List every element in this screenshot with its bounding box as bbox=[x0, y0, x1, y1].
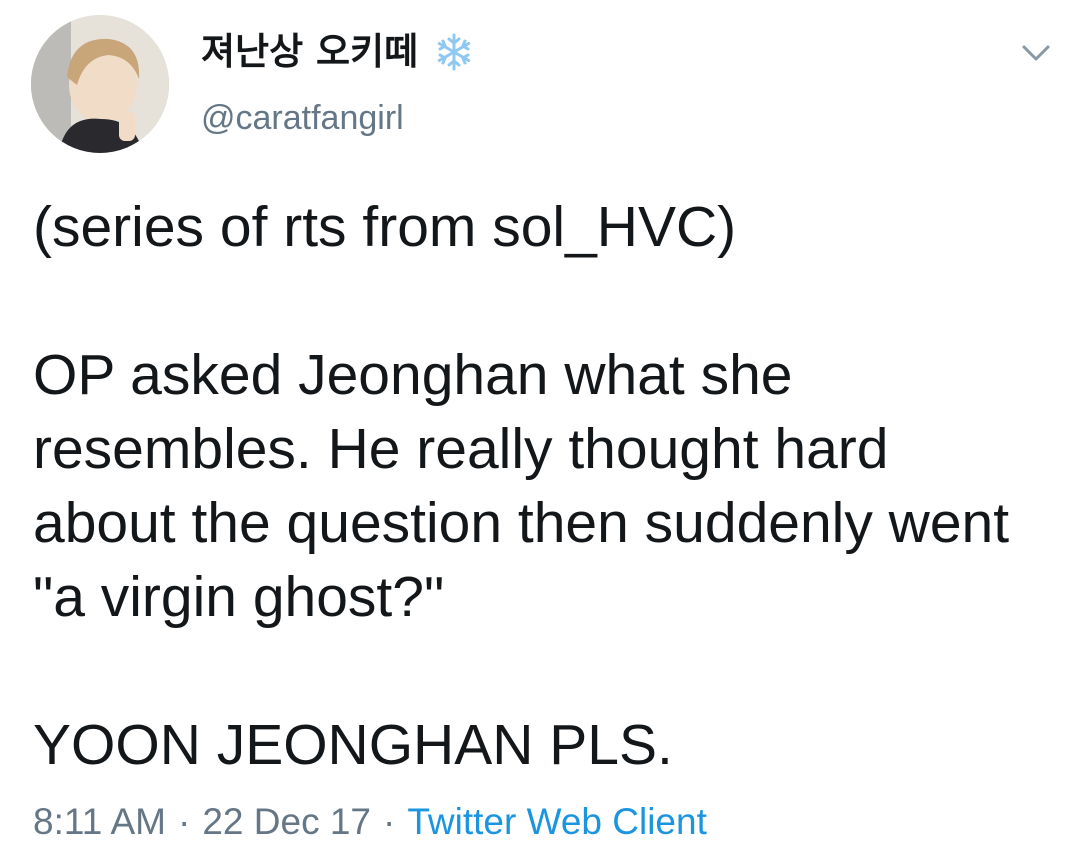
meta-separator: · bbox=[178, 801, 191, 842]
tweet: 져난상 오키떼 @caratfangirl (series of rts fro… bbox=[0, 0, 1080, 864]
display-name[interactable]: 져난상 오키떼 bbox=[201, 28, 474, 76]
tweet-meta: 8:11 AM · 22 Dec 17 · Twitter Web Client bbox=[33, 796, 707, 848]
tweet-paragraph: (series of rts from sol_HVC) bbox=[33, 195, 737, 259]
avatar-image bbox=[31, 15, 169, 153]
tweet-time[interactable]: 8:11 AM bbox=[33, 801, 166, 842]
tweet-client-link[interactable]: Twitter Web Client bbox=[407, 801, 707, 842]
chevron-down-icon[interactable] bbox=[1018, 38, 1054, 68]
tweet-date[interactable]: 22 Dec 17 bbox=[202, 801, 371, 842]
display-name-text: 져난상 오키떼 bbox=[201, 30, 419, 73]
tweet-text: (series of rts from sol_HVC) OP asked Je… bbox=[33, 190, 1043, 782]
meta-separator: · bbox=[383, 801, 396, 842]
tweet-paragraph: YOON JEONGHAN PLS. bbox=[33, 713, 673, 777]
avatar[interactable] bbox=[31, 15, 169, 153]
tweet-paragraph: OP asked Jeonghan what she resembles. He… bbox=[33, 343, 1025, 629]
snowflake-icon bbox=[434, 32, 474, 72]
user-handle[interactable]: @caratfangirl bbox=[201, 96, 404, 140]
